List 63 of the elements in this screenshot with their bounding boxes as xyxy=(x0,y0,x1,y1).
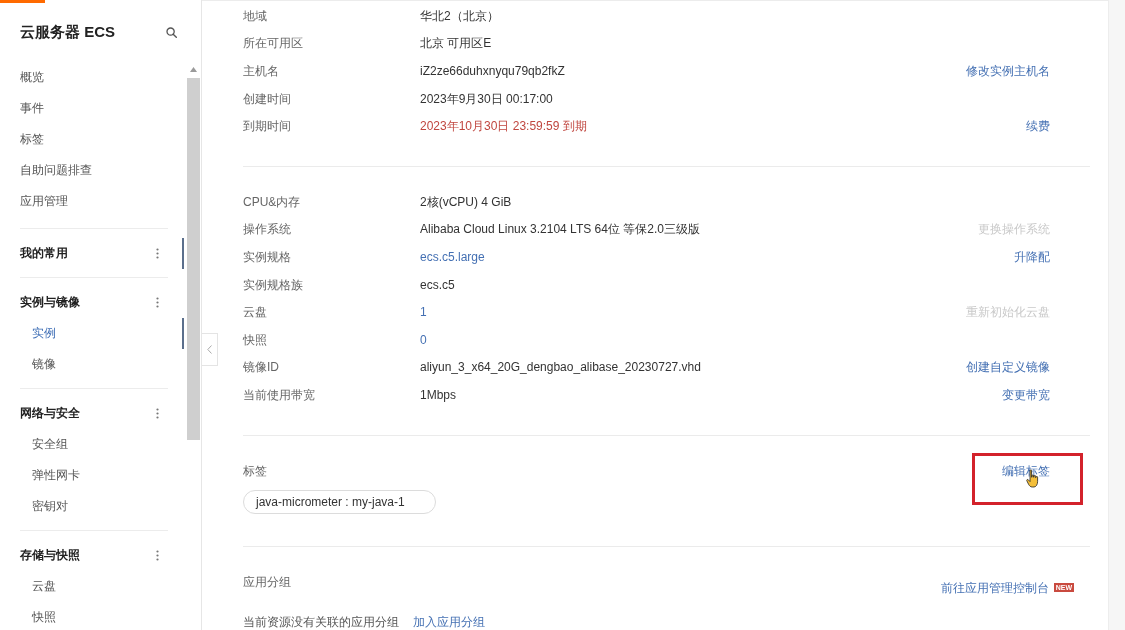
sidebar-item[interactable]: 镜像 xyxy=(32,355,56,373)
brand-strip xyxy=(0,0,45,3)
field-label: 主机名 xyxy=(243,63,280,80)
field-label: 创建时间 xyxy=(243,90,292,108)
field-label: 操作系统 xyxy=(243,221,292,239)
action-link[interactable]: 创建自定义镜像 xyxy=(966,358,1050,377)
field-value: 华北2（北京） xyxy=(420,7,499,25)
empty-message: 当前资源没有关联的应用分组 xyxy=(243,614,399,629)
field-label: 快照 xyxy=(243,331,268,349)
sidebar-item[interactable]: 概览 xyxy=(20,67,44,86)
action-link[interactable]: 升降配 xyxy=(1014,247,1050,266)
sidebar-item[interactable]: 安全组 xyxy=(32,435,68,453)
scroll-up-icon[interactable] xyxy=(190,67,197,72)
action-link[interactable]: 修改实例主机名 xyxy=(966,62,1050,80)
field-label: 到期时间 xyxy=(243,118,292,136)
field-value: 1Mbps xyxy=(420,386,457,404)
sidebar-item[interactable]: 标签 xyxy=(20,129,44,148)
value-link[interactable]: 1 xyxy=(420,303,427,322)
field-label: 所在可用区 xyxy=(243,35,304,53)
field-value: 2核(vCPU) 4 GiB xyxy=(420,193,512,211)
group-title[interactable]: 存储与快照 xyxy=(20,546,80,564)
section-title: 标签 xyxy=(243,462,267,480)
search-icon[interactable] xyxy=(166,26,177,38)
sidebar-item[interactable]: 云盘 xyxy=(32,577,56,595)
more-icon[interactable] xyxy=(155,296,159,308)
more-icon[interactable] xyxy=(155,407,159,419)
field-label: 实例规格 xyxy=(243,248,292,266)
sidebar-item[interactable]: 密钥对 xyxy=(32,497,68,515)
field-label: 实例规格族 xyxy=(243,276,304,294)
sidebar-item[interactable]: 弹性网卡 xyxy=(32,466,80,484)
field-label: 镜像ID xyxy=(243,359,280,377)
field-value: ecs.c5 xyxy=(420,276,455,294)
sidebar-item[interactable]: 自助问题排查 xyxy=(20,160,92,179)
field-label: CPU&内存 xyxy=(243,193,302,211)
sidebar-item[interactable]: 快照 xyxy=(32,608,56,626)
collapse-handle[interactable] xyxy=(202,333,218,366)
sidebar-item[interactable]: 实例 xyxy=(32,324,56,342)
value-link[interactable]: 0 xyxy=(420,330,427,349)
field-value: 北京 可用区E xyxy=(420,35,492,53)
field-value: aliyun_3_x64_20G_dengbao_alibase_20230727.vhd xyxy=(420,359,701,377)
action-link[interactable]: 变更带宽 xyxy=(1002,385,1050,404)
field-label: 云盘 xyxy=(243,304,268,322)
group-title[interactable]: 网络与安全 xyxy=(20,404,80,422)
field-value: Alibaba Cloud Linux 3.2104 LTS 64位 等保2.0三级版 xyxy=(420,221,700,239)
chevron-left-icon xyxy=(207,345,212,354)
group-title[interactable]: 我的常用 xyxy=(20,244,68,262)
join-group-link[interactable]: 加入应用分组 xyxy=(413,614,485,629)
field-value: iZ2ze66duhxnyqu79qb2fkZ xyxy=(420,63,565,80)
field-value: 2023年9月30日 00:17:00 xyxy=(420,90,553,108)
group-title[interactable]: 实例与镜像 xyxy=(20,293,80,311)
sidebar-title: 云服务器 ECS xyxy=(20,21,115,42)
console-link[interactable]: 前往应用管理控制台 xyxy=(940,578,1049,597)
scrollbar-thumb[interactable] xyxy=(187,78,200,440)
expiry-value: 2023年10月30日 23:59:59 到期 xyxy=(420,118,587,136)
more-icon[interactable] xyxy=(155,549,159,561)
field-label: 当前使用带宽 xyxy=(243,386,316,404)
value-link[interactable]: ecs.c5.large xyxy=(420,247,485,266)
sidebar-item[interactable]: 事件 xyxy=(20,98,44,117)
section-title: 应用分组 xyxy=(243,573,291,591)
field-label: 地域 xyxy=(243,7,268,25)
sidebar-item[interactable]: 应用管理 xyxy=(20,191,68,210)
more-icon[interactable] xyxy=(155,247,159,259)
action-link[interactable]: 续费 xyxy=(1026,117,1050,136)
